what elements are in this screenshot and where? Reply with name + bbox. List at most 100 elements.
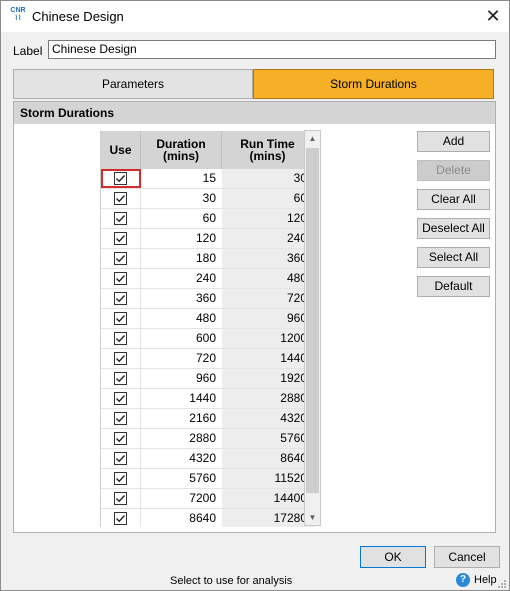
use-cell[interactable] xyxy=(101,189,141,208)
use-checkbox[interactable] xyxy=(114,432,127,445)
use-cell[interactable] xyxy=(101,429,141,448)
close-icon[interactable]: ✕ xyxy=(483,6,503,26)
delete-button[interactable]: Delete xyxy=(417,160,490,181)
duration-cell[interactable]: 15 xyxy=(141,169,222,188)
use-checkbox[interactable] xyxy=(114,232,127,245)
duration-cell[interactable]: 720 xyxy=(141,349,222,368)
use-checkbox[interactable] xyxy=(114,472,127,485)
table-row[interactable]: 360 720 xyxy=(101,289,313,309)
resize-grip-icon[interactable] xyxy=(497,579,507,589)
table-row[interactable]: 2160 4320 xyxy=(101,409,313,429)
duration-cell[interactable]: 5760 xyxy=(141,469,222,488)
use-cell[interactable] xyxy=(101,289,141,308)
duration-cell[interactable]: 120 xyxy=(141,229,222,248)
duration-cell[interactable]: 2880 xyxy=(141,429,222,448)
use-cell[interactable] xyxy=(101,509,141,527)
duration-cell[interactable]: 480 xyxy=(141,309,222,328)
use-cell[interactable] xyxy=(101,229,141,248)
run-time-cell: 240 xyxy=(222,229,313,248)
use-cell[interactable] xyxy=(101,309,141,328)
duration-cell[interactable]: 7200 xyxy=(141,489,222,508)
duration-cell[interactable]: 60 xyxy=(141,209,222,228)
ok-button[interactable]: OK xyxy=(360,546,426,568)
duration-cell[interactable]: 360 xyxy=(141,289,222,308)
use-checkbox[interactable] xyxy=(114,312,127,325)
use-checkbox[interactable] xyxy=(114,412,127,425)
column-header-use[interactable]: Use xyxy=(101,131,141,169)
use-checkbox[interactable] xyxy=(114,392,127,405)
use-cell[interactable] xyxy=(101,489,141,508)
table-row[interactable]: 8640 17280 xyxy=(101,509,313,527)
use-checkbox[interactable] xyxy=(114,492,127,505)
table-row[interactable]: 5760 11520 xyxy=(101,469,313,489)
deselect-all-button[interactable]: Deselect All xyxy=(417,218,490,239)
scroll-thumb[interactable] xyxy=(306,148,319,493)
run-time-cell: 360 xyxy=(222,249,313,268)
run-time-cell: 1440 xyxy=(222,349,313,368)
table-row[interactable]: 4320 8640 xyxy=(101,449,313,469)
use-cell[interactable] xyxy=(101,449,141,468)
table-row[interactable]: 960 1920 xyxy=(101,369,313,389)
table-row[interactable]: 600 1200 xyxy=(101,329,313,349)
use-checkbox[interactable] xyxy=(114,172,127,185)
run-time-cell: 1200 xyxy=(222,329,313,348)
table-row[interactable]: 720 1440 xyxy=(101,349,313,369)
use-cell[interactable] xyxy=(101,389,141,408)
use-checkbox[interactable] xyxy=(114,292,127,305)
table-row[interactable]: 120 240 xyxy=(101,229,313,249)
use-checkbox[interactable] xyxy=(114,352,127,365)
tab-parameters[interactable]: Parameters xyxy=(13,69,253,99)
grid-vertical-scrollbar[interactable]: ▲ ▼ xyxy=(304,130,321,526)
duration-cell[interactable]: 1440 xyxy=(141,389,222,408)
duration-cell[interactable]: 30 xyxy=(141,189,222,208)
use-cell[interactable] xyxy=(101,209,141,228)
table-row[interactable]: 7200 14400 xyxy=(101,489,313,509)
table-row[interactable]: 15 30 xyxy=(101,169,313,189)
status-text: Select to use for analysis xyxy=(170,575,293,587)
duration-cell[interactable]: 2160 xyxy=(141,409,222,428)
scroll-up-arrow-icon[interactable]: ▲ xyxy=(305,131,320,146)
use-checkbox[interactable] xyxy=(114,212,127,225)
table-row[interactable]: 480 960 xyxy=(101,309,313,329)
column-header-duration[interactable]: Duration (mins) xyxy=(141,131,222,169)
duration-cell[interactable]: 4320 xyxy=(141,449,222,468)
run-time-cell: 4320 xyxy=(222,409,313,428)
use-cell[interactable] xyxy=(101,269,141,288)
cancel-button[interactable]: Cancel xyxy=(434,546,500,568)
use-checkbox[interactable] xyxy=(114,372,127,385)
table-row[interactable]: 2880 5760 xyxy=(101,429,313,449)
table-row[interactable]: 180 360 xyxy=(101,249,313,269)
table-row[interactable]: 60 120 xyxy=(101,209,313,229)
clear-all-button[interactable]: Clear All xyxy=(417,189,490,210)
use-checkbox[interactable] xyxy=(114,192,127,205)
use-cell[interactable] xyxy=(101,169,141,188)
duration-cell[interactable]: 960 xyxy=(141,369,222,388)
column-header-run-time[interactable]: Run Time (mins) xyxy=(222,131,313,169)
use-cell[interactable] xyxy=(101,409,141,428)
tab-storm-durations[interactable]: Storm Durations xyxy=(253,69,494,99)
scroll-down-arrow-icon[interactable]: ▼ xyxy=(305,510,320,525)
use-cell[interactable] xyxy=(101,469,141,488)
use-cell[interactable] xyxy=(101,329,141,348)
duration-cell[interactable]: 240 xyxy=(141,269,222,288)
use-checkbox[interactable] xyxy=(114,452,127,465)
duration-cell[interactable]: 8640 xyxy=(141,509,222,527)
use-checkbox[interactable] xyxy=(114,252,127,265)
select-all-button[interactable]: Select All xyxy=(417,247,490,268)
add-button[interactable]: Add xyxy=(417,131,490,152)
label-input[interactable]: Chinese Design xyxy=(48,40,496,59)
use-checkbox[interactable] xyxy=(114,512,127,525)
use-cell[interactable] xyxy=(101,249,141,268)
default-button[interactable]: Default xyxy=(417,276,490,297)
use-cell[interactable] xyxy=(101,369,141,388)
use-checkbox[interactable] xyxy=(114,332,127,345)
duration-cell[interactable]: 600 xyxy=(141,329,222,348)
table-row[interactable]: 1440 2880 xyxy=(101,389,313,409)
table-row[interactable]: 240 480 xyxy=(101,269,313,289)
duration-cell[interactable]: 180 xyxy=(141,249,222,268)
use-checkbox[interactable] xyxy=(114,272,127,285)
table-row[interactable]: 30 60 xyxy=(101,189,313,209)
checkmark-icon xyxy=(116,475,126,483)
use-cell[interactable] xyxy=(101,349,141,368)
run-time-cell: 17280 xyxy=(222,509,313,527)
